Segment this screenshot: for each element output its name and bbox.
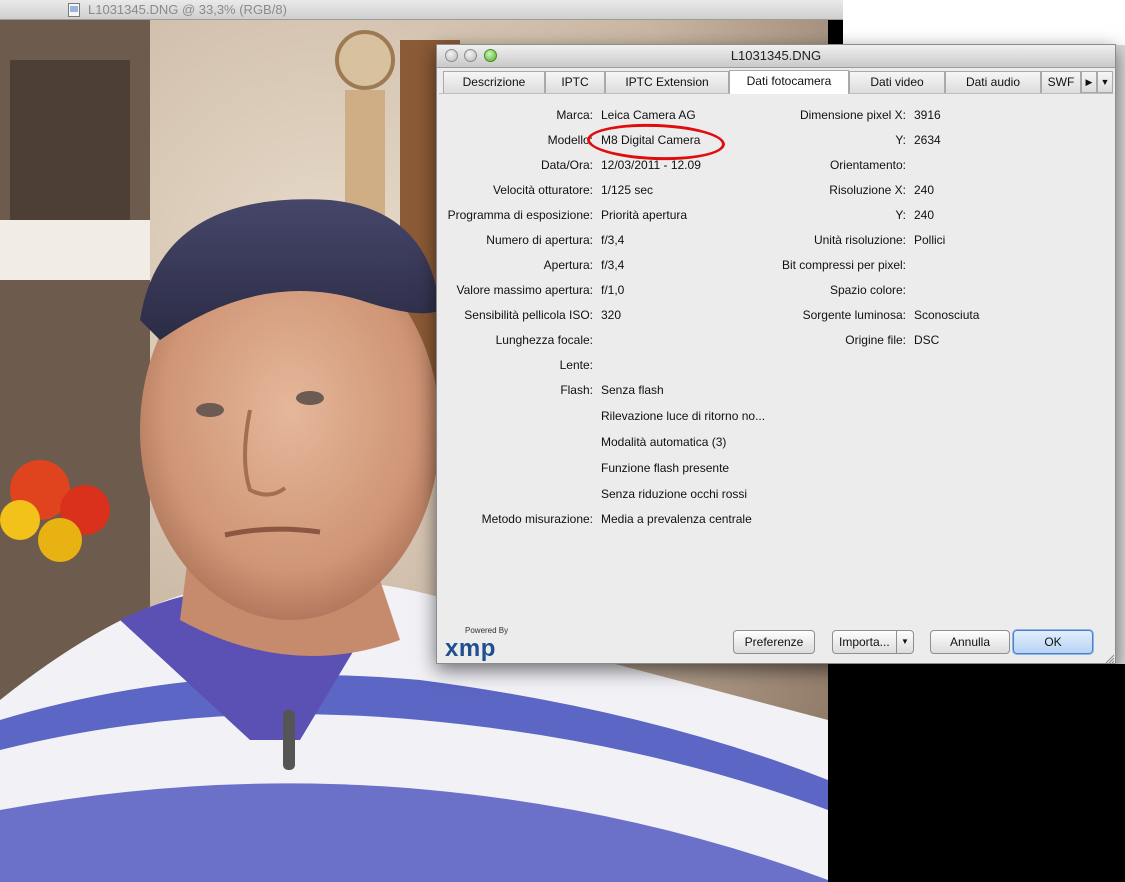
field-value-metodo-misurazione[interactable]: Media a prevalenza centrale [601, 512, 752, 526]
field-label-orientamento: Orientamento: [829, 158, 906, 172]
field-label-lente: Lente: [559, 358, 593, 372]
xmp-logo: Powered By xmp [445, 626, 508, 661]
field-label-risoluzione-x: Risoluzione X: [829, 183, 906, 197]
field-label-velocita-otturatore: Velocità otturatore: [492, 183, 593, 197]
field-label-data-ora: Data/Ora: [540, 158, 593, 172]
field-value-sorgente-luminosa[interactable]: Sconosciuta [914, 308, 979, 322]
background-panel-strip [1116, 45, 1125, 665]
file-info-dialog: L1031345.DNG Descrizione IPTC IPTC Exten… [436, 44, 1116, 664]
cancel-button[interactable]: Annulla [930, 630, 1010, 654]
preferences-button[interactable]: Preferenze [733, 630, 815, 654]
document-icon [68, 3, 80, 17]
background-window [843, 0, 1125, 45]
import-button-label: Importa... [839, 635, 890, 649]
field-label-lunghezza-focale: Lunghezza focale: [495, 333, 593, 347]
tab-scroll-right-button[interactable]: ▶ [1081, 71, 1097, 93]
tab-dati-video[interactable]: Dati video [849, 71, 945, 93]
dialog-titlebar[interactable]: L1031345.DNG [437, 45, 1115, 68]
field-label-programma-esposizione: Programma di esposizione: [447, 208, 593, 222]
tab-swf[interactable]: SWF [1041, 71, 1081, 93]
field-label-marca: Marca: [556, 108, 593, 122]
field-label-dimensione-pixel-x: Dimensione pixel X: [799, 108, 906, 122]
field-value-dimensione-pixel-x[interactable]: 3916 [914, 108, 941, 122]
tab-bar: Descrizione IPTC IPTC Extension Dati fot… [443, 70, 1113, 94]
field-value-risoluzione-y[interactable]: 240 [914, 208, 934, 222]
field-value-velocita-otturatore[interactable]: 1/125 sec [601, 183, 653, 197]
field-value-origine-file[interactable]: DSC [914, 333, 939, 347]
import-button[interactable]: Importa... ▼ [832, 630, 914, 654]
field-value-risoluzione-x[interactable]: 240 [914, 183, 934, 197]
field-label-apertura: Apertura: [543, 258, 593, 272]
flash-detail-red-eye[interactable]: Senza riduzione occhi rossi [601, 487, 747, 501]
flash-detail-return-light[interactable]: Rilevazione luce di ritorno no... [601, 409, 765, 423]
xmp-logo-text: xmp [445, 635, 496, 661]
flash-detail-function[interactable]: Funzione flash presente [601, 461, 729, 475]
dialog-title: L1031345.DNG [730, 48, 822, 63]
field-label-metodo-misurazione: Metodo misurazione: [481, 512, 593, 526]
field-label-valore-massimo-apertura: Valore massimo apertura: [456, 283, 594, 297]
field-label-bit-compressi: Bit compressi per pixel: [781, 258, 906, 272]
ok-button[interactable]: OK [1013, 630, 1093, 654]
field-label-unita-risoluzione: Unità risoluzione: [813, 233, 906, 247]
field-label-flash: Flash: [560, 383, 593, 397]
tab-dati-audio[interactable]: Dati audio [945, 71, 1041, 93]
field-label-numero-apertura: Numero di apertura: [486, 233, 593, 247]
tab-dati-fotocamera[interactable]: Dati fotocamera [729, 70, 849, 94]
background-canvas [843, 664, 1125, 882]
powered-by-text: Powered By [465, 626, 508, 635]
tab-list-dropdown-button[interactable]: ▼ [1097, 71, 1113, 93]
field-value-data-ora[interactable]: 12/03/2011 - 12.09 [601, 158, 701, 172]
field-value-dimensione-pixel-y[interactable]: 2634 [914, 133, 941, 147]
field-value-numero-apertura[interactable]: f/3,4 [601, 233, 624, 247]
field-label-origine-file: Origine file: [845, 333, 906, 347]
field-value-programma-esposizione[interactable]: Priorità apertura [601, 208, 687, 222]
field-value-sensibilita-iso[interactable]: 320 [601, 308, 621, 322]
tab-iptc[interactable]: IPTC [545, 71, 605, 93]
field-value-marca[interactable]: Leica Camera AG [601, 108, 696, 122]
field-value-flash[interactable]: Senza flash [601, 383, 664, 397]
tab-iptc-extension[interactable]: IPTC Extension [605, 71, 729, 93]
field-label-dimensione-pixel-y: Y: [895, 133, 906, 147]
import-dropdown-icon[interactable]: ▼ [896, 631, 913, 653]
field-value-unita-risoluzione[interactable]: Pollici [914, 233, 945, 247]
field-label-sensibilita-iso: Sensibilità pellicola ISO: [464, 308, 593, 322]
field-value-valore-massimo-apertura[interactable]: f/1,0 [601, 283, 624, 297]
field-value-apertura[interactable]: f/3,4 [601, 258, 624, 272]
resize-grip-icon[interactable] [1105, 654, 1115, 664]
document-window-titlebar[interactable]: L1031345.DNG @ 33,3% (RGB/8) [0, 0, 843, 20]
tab-descrizione[interactable]: Descrizione [443, 71, 545, 93]
document-title: L1031345.DNG @ 33,3% (RGB/8) [88, 2, 287, 17]
flash-detail-mode[interactable]: Modalità automatica (3) [601, 435, 726, 449]
field-label-risoluzione-y: Y: [895, 208, 906, 222]
field-label-spazio-colore: Spazio colore: [829, 283, 906, 297]
field-label-sorgente-luminosa: Sorgente luminosa: [802, 308, 906, 322]
